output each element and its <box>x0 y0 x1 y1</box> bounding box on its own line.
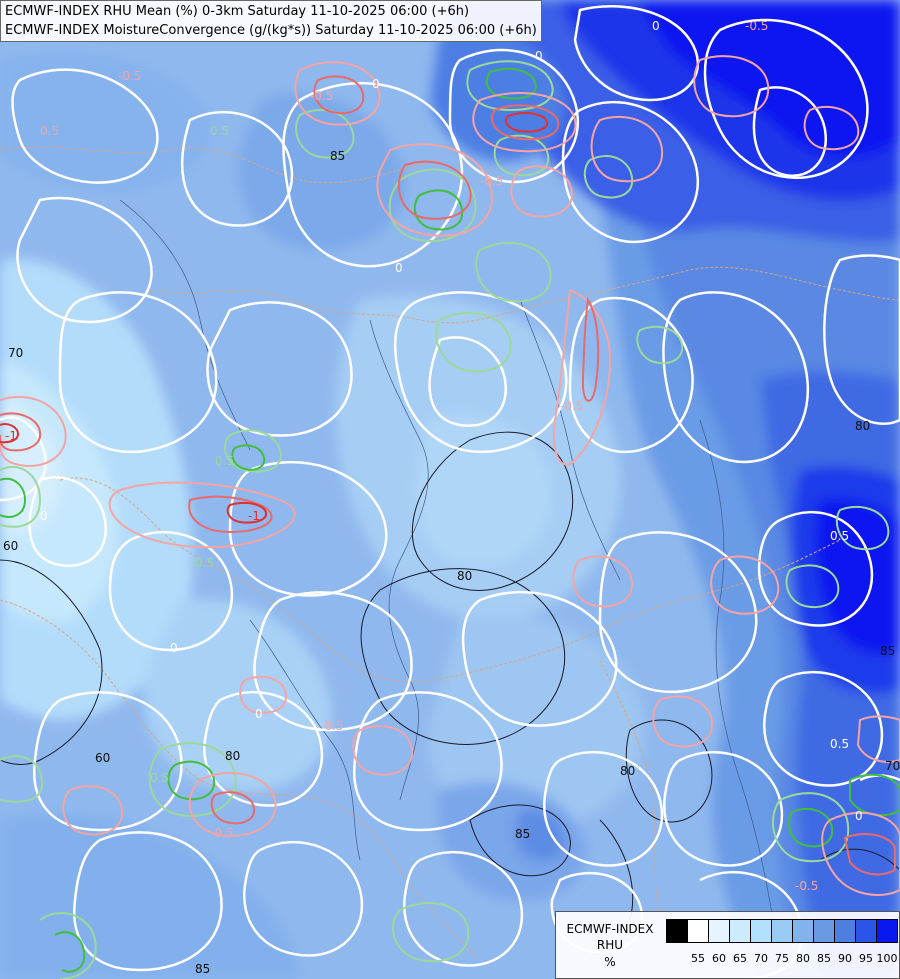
conv-label: 0.5 <box>195 556 214 570</box>
legend-tick-label: 95 <box>859 952 873 965</box>
legend-swatch <box>834 919 856 943</box>
rhu-label: 80 <box>457 569 472 583</box>
rhu-legend: ECMWF-INDEX RHU % 55 60 65 70 75 80 85 90 95 100 <box>555 911 900 979</box>
conv-label: 0.5 <box>150 771 169 785</box>
conv-label: -0.5 <box>320 719 343 733</box>
legend-tick-label: 65 <box>733 952 747 965</box>
legend-swatch <box>876 919 898 943</box>
title-line-convergence: ECMWF-INDEX MoistureConvergence (g/(kg*s… <box>5 23 537 38</box>
legend-swatch <box>729 919 751 943</box>
rhu-label: 85 <box>880 644 895 658</box>
conv-label: 0 <box>652 19 660 33</box>
rhu-label: 85 <box>330 149 345 163</box>
rhu-label: 70 <box>8 346 23 360</box>
legend-title-source: ECMWF-INDEX <box>566 922 654 936</box>
conv-label: 0.5 <box>830 737 849 751</box>
conv-label: 0 <box>170 641 178 655</box>
conv-label: 0 <box>395 261 403 275</box>
legend-swatch <box>708 919 730 943</box>
rhu-label: 85 <box>515 827 530 841</box>
legend-tick-label: 55 <box>691 952 705 965</box>
conv-label: -0.5 <box>560 399 583 413</box>
legend-swatch <box>750 919 772 943</box>
legend-tick-label: 70 <box>754 952 768 965</box>
legend-title-variable: RHU <box>596 938 624 952</box>
conv-label: -0.5 <box>210 826 233 840</box>
rhu-label: 80 <box>855 419 870 433</box>
legend-swatch <box>792 919 814 943</box>
legend-swatch <box>687 919 709 943</box>
conv-label: -0.5 <box>795 879 818 893</box>
title-line-rhu: ECMWF-INDEX RHU Mean (%) 0-3km Saturday … <box>5 4 470 19</box>
rhu-label: 80 <box>620 764 635 778</box>
conv-label: 0 <box>40 509 48 523</box>
conv-label: -0.5 <box>118 69 141 83</box>
conv-label: -0.5 <box>310 89 333 103</box>
legend-tick-label: 60 <box>712 952 726 965</box>
rhu-label: 60 <box>95 751 110 765</box>
legend-unit: % <box>604 955 616 969</box>
conv-label: 0 <box>855 809 863 823</box>
conv-label: 0 <box>535 49 543 63</box>
legend-swatch <box>813 919 835 943</box>
conv-label: 0 <box>255 707 263 721</box>
legend-color-scale <box>666 919 898 945</box>
conv-label: 0.5 <box>210 124 229 138</box>
legend-swatch <box>855 919 877 943</box>
legend-title: ECMWF-INDEX RHU <box>558 921 662 953</box>
conv-label: -0.5 <box>745 19 768 33</box>
rhu-label: 80 <box>225 749 240 763</box>
legend-tick-label: 100 <box>876 952 898 965</box>
legend-tick-label: 75 <box>775 952 789 965</box>
conv-label: -1 <box>5 429 17 443</box>
legend-tick-label: 90 <box>838 952 852 965</box>
conv-label: 0.5 <box>40 124 59 138</box>
conv-label: 0.5 <box>215 454 234 468</box>
conv-label: 0.5 <box>830 529 849 543</box>
rhu-label: 60 <box>3 539 18 553</box>
conv-label: -1 <box>248 509 260 523</box>
conv-label: -0.5 <box>480 174 503 188</box>
legend-tick-label: 85 <box>817 952 831 965</box>
legend-swatch <box>771 919 793 943</box>
legend-tick-label: 80 <box>796 952 810 965</box>
rhu-label: 85 <box>195 962 210 976</box>
legend-swatch <box>666 919 688 943</box>
map-title-box: ECMWF-INDEX RHU Mean (%) 0-3km Saturday … <box>0 0 542 42</box>
weather-map: 80 80 85 85 80 80 60 60 85 85 70 70 0 0 … <box>0 0 900 979</box>
rhu-label: 70 <box>885 759 900 773</box>
conv-label: 0 <box>372 77 380 91</box>
